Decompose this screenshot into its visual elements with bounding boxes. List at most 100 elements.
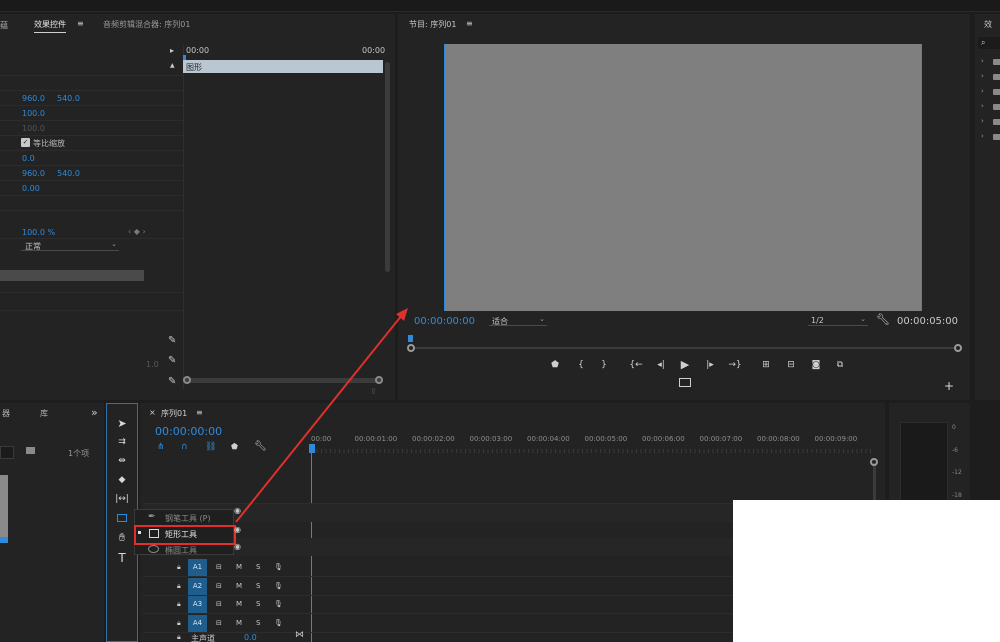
add-marker-icon[interactable]: ⬟	[231, 442, 238, 451]
play-icon[interactable]: ▶	[678, 358, 692, 371]
slip-tool-icon[interactable]: |↔|	[113, 491, 131, 507]
tab-effect-controls[interactable]: 效果控件	[34, 19, 66, 33]
lock-icon[interactable]: 🔒︎	[177, 582, 181, 591]
compare-icon[interactable]: ⧉	[833, 360, 847, 370]
hand-tool-icon[interactable]: ✋︎	[113, 530, 131, 546]
rotation-value[interactable]: 0.0	[22, 154, 35, 163]
anchor-y-value[interactable]: 540.0	[57, 169, 80, 178]
audio-track-label[interactable]: A1	[188, 559, 207, 576]
position-y-value[interactable]: 540.0	[57, 94, 80, 103]
sync-lock-icon[interactable]: ⊟	[216, 619, 222, 627]
clip-bar[interactable]	[183, 60, 383, 73]
add-button-icon[interactable]: +	[944, 379, 954, 393]
panel-tab-partial[interactable]: 蕴	[0, 20, 8, 31]
toggle-output-icon[interactable]: ◉	[234, 525, 241, 534]
program-timecode[interactable]: 00:00:00:00	[414, 316, 475, 327]
mini-scroll-handle-left[interactable]	[183, 376, 191, 384]
extract-icon[interactable]: ⊟	[784, 360, 798, 370]
nest-icon[interactable]: ⋔	[157, 442, 165, 452]
mute-button[interactable]: M	[236, 563, 242, 571]
folder-icon[interactable]	[993, 89, 1000, 95]
solo-button[interactable]: S	[256, 563, 260, 571]
track-select-tool-icon[interactable]: ⇉	[113, 434, 131, 450]
timeline-title[interactable]: 序列01	[161, 408, 187, 419]
position-x-value[interactable]: 960.0	[22, 94, 45, 103]
mark-out-icon[interactable]: }	[597, 360, 611, 370]
collapse-arrow-icon[interactable]: ▸	[170, 46, 174, 55]
chevron-right-icon[interactable]: ›	[981, 102, 984, 110]
microphone-icon[interactable]: 🎙︎	[274, 600, 283, 608]
program-playhead[interactable]	[408, 335, 413, 342]
anti-flicker-value[interactable]: 0.00	[22, 184, 40, 193]
step-forward-icon[interactable]: |▸	[703, 360, 717, 370]
bin-tab-partial[interactable]: 器	[2, 408, 10, 419]
eyedropper-icon[interactable]: ✎	[168, 376, 176, 387]
go-to-in-icon[interactable]: {←	[629, 360, 643, 370]
scrub-handle-right[interactable]	[954, 344, 962, 352]
program-scrub-bar[interactable]	[411, 347, 959, 349]
chevron-right-icon[interactable]: ›	[981, 72, 984, 80]
more-panels-button[interactable]: »	[91, 406, 98, 419]
lock-icon[interactable]: 🔒︎	[177, 563, 181, 572]
program-monitor-title[interactable]: 节目: 序列01	[409, 19, 456, 30]
eyedropper-icon[interactable]: ✎	[168, 335, 176, 346]
opacity-value[interactable]: 100.0 %	[22, 228, 55, 237]
master-track-value[interactable]: 0.0	[244, 633, 257, 642]
lock-icon[interactable]: 🔒︎	[177, 600, 181, 609]
chevron-right-icon[interactable]: ›	[981, 57, 984, 65]
microphone-icon[interactable]: 🎙︎	[274, 619, 283, 627]
solo-button[interactable]: S	[256, 600, 260, 608]
mute-button[interactable]: M	[236, 582, 242, 590]
snap-icon[interactable]: ∩	[181, 442, 188, 452]
mute-button[interactable]: M	[236, 600, 242, 608]
eyedropper-icon[interactable]: ✎	[168, 355, 176, 366]
microphone-icon[interactable]: 🎙︎	[274, 582, 283, 590]
clip-thumbnail[interactable]	[0, 475, 8, 540]
timeline-timecode[interactable]: 00:00:00:00	[155, 425, 222, 438]
ripple-edit-tool-icon[interactable]: ⇹	[113, 453, 131, 469]
rectangle-tool-icon[interactable]	[113, 511, 131, 527]
chevron-right-icon[interactable]: ›	[981, 132, 984, 140]
tab-library[interactable]: 库	[40, 408, 48, 419]
toggle-output-icon[interactable]: ◉	[234, 542, 241, 551]
uniform-scale-checkbox[interactable]: ✓	[21, 138, 30, 147]
sync-lock-icon[interactable]: ⊟	[216, 563, 222, 571]
go-to-out-icon[interactable]: →}	[728, 360, 742, 370]
linked-selection-icon[interactable]: ⛓︎	[205, 442, 216, 452]
panel-menu-icon[interactable]: ≡	[466, 19, 473, 28]
solo-button[interactable]: S	[256, 582, 260, 590]
folder-icon[interactable]	[993, 134, 1000, 140]
timeline-menu-icon[interactable]: ≡	[196, 408, 203, 417]
close-icon[interactable]: ×	[149, 408, 156, 417]
ellipse-tool-item[interactable]: 椭圆工具	[165, 545, 197, 556]
microphone-icon[interactable]: 🎙︎	[274, 563, 283, 571]
folder-icon[interactable]	[993, 104, 1000, 110]
folder-icon[interactable]	[26, 447, 35, 454]
toggle-output-icon[interactable]: ◉	[234, 506, 241, 515]
mini-timeline-hscroll[interactable]	[183, 378, 383, 383]
audio-track-label[interactable]: A2	[188, 577, 207, 595]
lock-icon[interactable]: 🔒︎	[177, 619, 181, 628]
pen-tool-item[interactable]: 钢笔工具 (P)	[165, 513, 211, 524]
blend-mode-select[interactable]: 正常 ⌄	[21, 240, 119, 251]
audio-track-label[interactable]: A4	[188, 614, 207, 632]
scrub-handle-left[interactable]	[407, 344, 415, 352]
sync-lock-icon[interactable]: ⊟	[216, 600, 222, 608]
master-track-end-icon[interactable]: ⋈	[295, 630, 304, 640]
sync-lock-icon[interactable]: ⊟	[216, 582, 222, 590]
type-tool-icon[interactable]: T	[113, 550, 131, 566]
wrench-icon[interactable]: 🔧︎	[876, 313, 890, 326]
folder-icon[interactable]	[993, 74, 1000, 80]
wrench-icon[interactable]: 🔧︎	[254, 441, 267, 452]
export-icon[interactable]: ⇪	[370, 387, 377, 396]
audio-track-label[interactable]: A3	[188, 596, 207, 613]
lift-icon[interactable]: ⊞	[759, 360, 773, 370]
resolution-select[interactable]: 1/2 ⌄	[808, 315, 868, 326]
step-back-icon[interactable]: ◂|	[654, 360, 668, 370]
chevron-right-icon[interactable]: ›	[981, 87, 984, 95]
project-tab-partial[interactable]: 效	[984, 19, 992, 30]
tab-audio-mixer[interactable]: 音频剪辑混合器: 序列01	[103, 19, 190, 30]
mini-timeline-scrollbar[interactable]	[385, 62, 390, 272]
vscroll-handle[interactable]	[870, 458, 878, 466]
fit-select[interactable]: 适合 ⌄	[489, 315, 547, 326]
